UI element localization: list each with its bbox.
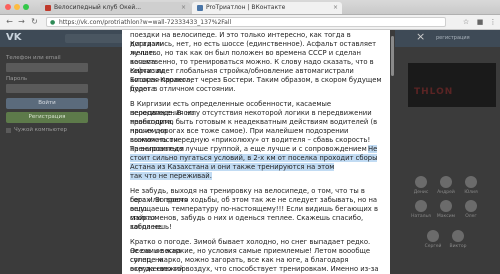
vk-favicon-icon bbox=[197, 4, 203, 11]
post-text-line: будет в отличном состоянии. bbox=[130, 85, 236, 93]
member-name[interactable]: Олег bbox=[460, 214, 482, 219]
member-avatar[interactable] bbox=[415, 176, 427, 188]
window-close-icon[interactable] bbox=[5, 4, 11, 10]
phone-label: Телефон или email bbox=[6, 55, 61, 61]
browser-tab-bar: Велосипедный клуб Окей... × ProТриатлон … bbox=[0, 0, 500, 15]
member-name[interactable]: Денис bbox=[410, 190, 432, 195]
window-maximize-icon[interactable] bbox=[23, 4, 29, 10]
remember-label: Чужой компьютер bbox=[14, 127, 68, 133]
member-avatar[interactable] bbox=[440, 176, 452, 188]
modal-scroll-thumb[interactable] bbox=[391, 36, 394, 76]
bookmark-star-icon[interactable]: ☆ bbox=[462, 18, 470, 26]
close-modal-icon[interactable]: × bbox=[416, 30, 425, 43]
member-avatar[interactable] bbox=[452, 230, 464, 242]
phone-input[interactable] bbox=[6, 63, 88, 72]
member-name[interactable]: Наталья bbox=[410, 214, 432, 219]
member-name[interactable]: Максим bbox=[435, 214, 457, 219]
back-arrow-icon[interactable]: ← bbox=[4, 16, 15, 27]
reload-icon[interactable]: ↻ bbox=[29, 16, 40, 27]
highlighted-text-line: Не bbox=[368, 145, 378, 153]
address-url-text: https://vk.com/protriathlon?w=wall-72333… bbox=[59, 19, 232, 26]
member-avatar[interactable] bbox=[465, 176, 477, 188]
address-bar[interactable]: ● https://vk.com/protriathlon?w=wall-723… bbox=[46, 17, 446, 27]
forward-arrow-icon[interactable]: → bbox=[16, 16, 27, 27]
vk-logo[interactable]: VK bbox=[6, 32, 22, 43]
member-name[interactable]: Виктор bbox=[447, 244, 469, 249]
tab-close-icon[interactable]: × bbox=[181, 2, 186, 14]
group-banner[interactable]: THLON bbox=[408, 63, 496, 107]
post-text-line: всегда свежий воздух, что способствует т… bbox=[130, 265, 379, 273]
menu-icon[interactable]: ⋮ bbox=[489, 18, 497, 26]
member-avatar[interactable] bbox=[427, 230, 439, 242]
tab-close-icon[interactable]: × bbox=[333, 2, 338, 14]
register-button[interactable]: Регистрация bbox=[6, 112, 88, 123]
member-avatar[interactable] bbox=[415, 200, 427, 212]
member-avatar[interactable] bbox=[465, 200, 477, 212]
highlighted-text-line: так что не переживай. bbox=[130, 172, 212, 180]
member-name[interactable]: Андрей bbox=[435, 190, 457, 195]
window-minimize-icon[interactable] bbox=[14, 4, 20, 10]
member-name[interactable]: Сергей bbox=[422, 244, 444, 249]
member-name[interactable]: Юлия bbox=[460, 190, 482, 195]
browser-tab-cycling-club[interactable]: Велосипедный клуб Окей... × bbox=[40, 2, 190, 14]
lock-icon: ● bbox=[50, 19, 56, 26]
tab-favicon-icon bbox=[45, 4, 51, 11]
banner-text: THLON bbox=[414, 87, 454, 97]
extension-icon[interactable]: ■ bbox=[476, 18, 484, 26]
browser-toolbar: ← → ↻ ● https://vk.com/protriathlon?w=wa… bbox=[0, 15, 500, 30]
login-button[interactable]: Войти bbox=[6, 98, 88, 109]
password-input[interactable] bbox=[6, 84, 88, 93]
remember-checkbox[interactable] bbox=[6, 128, 11, 133]
password-label: Пароль bbox=[6, 76, 28, 82]
post-text-line: заболеешь! bbox=[130, 223, 172, 231]
login-sidebar: Телефон или email Пароль Войти Регистрац… bbox=[0, 47, 98, 274]
post-modal: поездки на велосипеде. И это только инте… bbox=[122, 30, 390, 274]
vk-register-link[interactable]: регистрация bbox=[436, 35, 470, 41]
browser-tab-protriathlon[interactable]: ProТриатлон | ВКонтакте × bbox=[192, 2, 342, 14]
member-avatar[interactable] bbox=[440, 200, 452, 212]
